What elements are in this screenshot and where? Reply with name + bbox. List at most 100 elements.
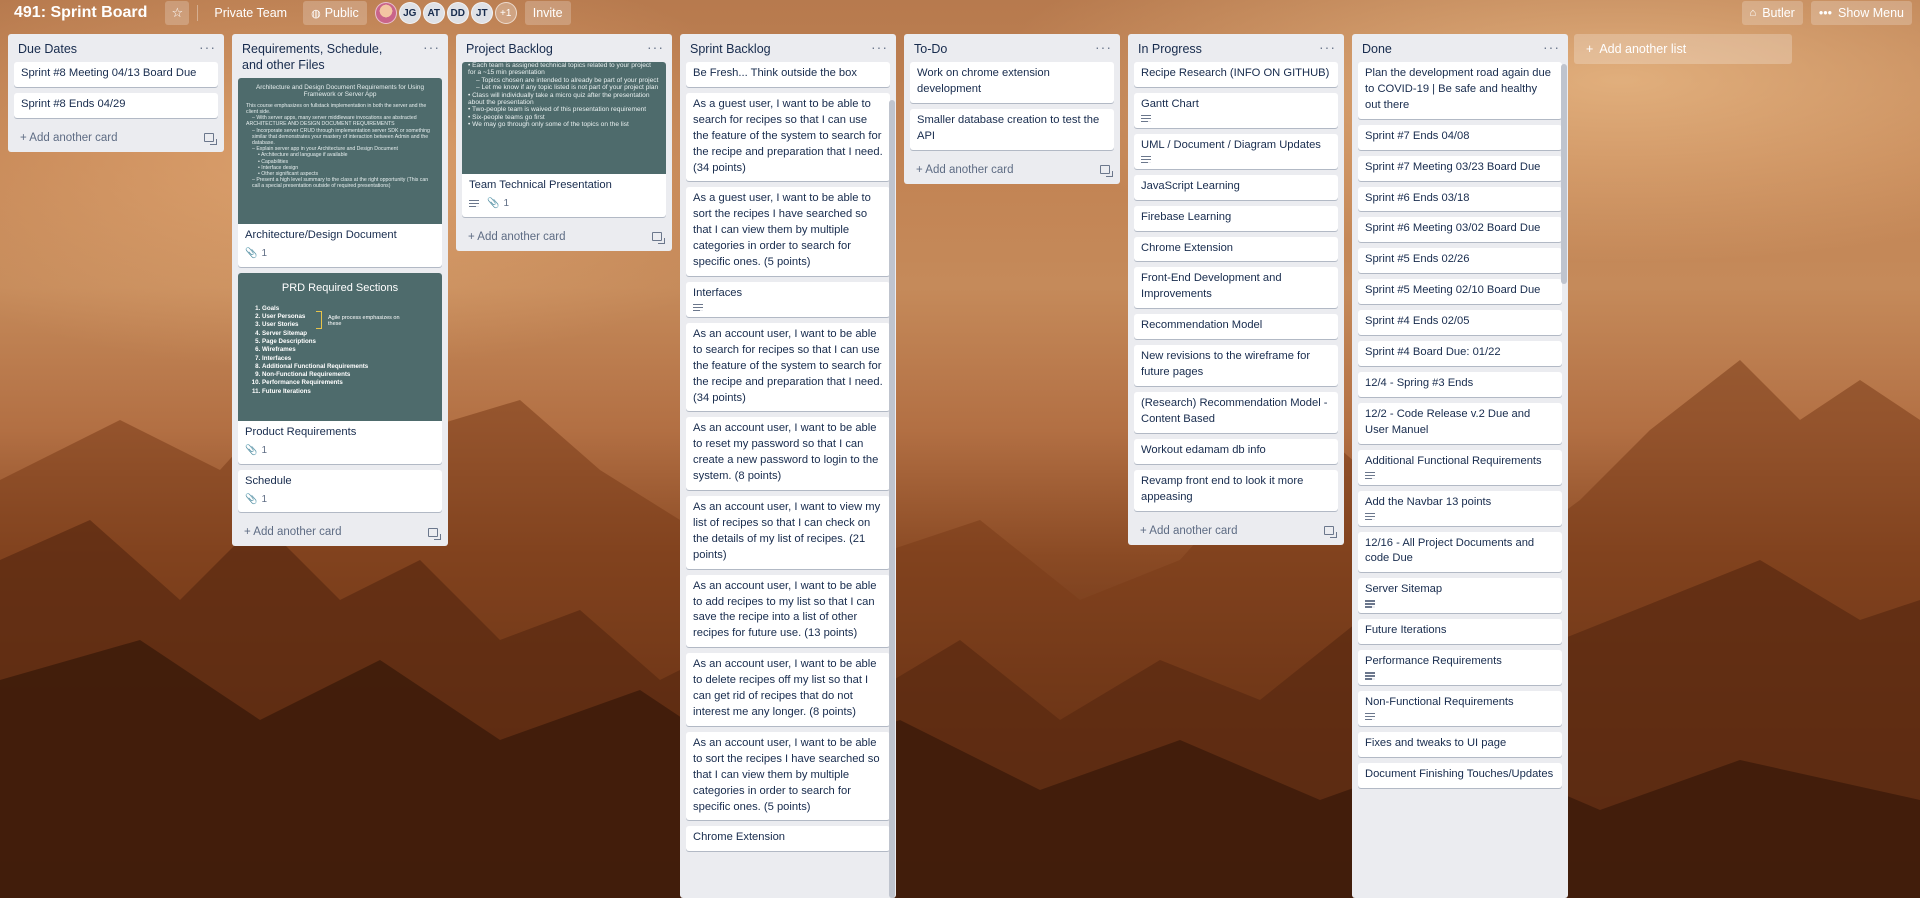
list-scrollbar[interactable] — [889, 100, 895, 898]
add-card-button[interactable]: + Add another card — [232, 518, 448, 546]
card[interactable]: 12/2 - Code Release v.2 Due and User Man… — [1358, 402, 1562, 444]
list-title[interactable]: Sprint Backlog — [690, 41, 771, 57]
card[interactable]: Interfaces — [686, 281, 890, 317]
card[interactable]: Revamp front end to look it more appeasi… — [1134, 469, 1338, 511]
list-menu-icon[interactable]: ··· — [423, 40, 440, 54]
card[interactable]: Front-End Development and Improvements — [1134, 267, 1338, 309]
list-scrollbar[interactable] — [1561, 64, 1567, 284]
team-button[interactable]: Private Team — [206, 1, 295, 25]
list-menu-icon[interactable]: ··· — [647, 40, 664, 54]
card[interactable]: As an account user, I want to be able to… — [686, 653, 890, 726]
card[interactable]: Sprint #5 Meeting 02/10 Board Due — [1358, 279, 1562, 305]
card[interactable]: Workout edamam db info — [1134, 438, 1338, 464]
member-avatar-jt[interactable]: JT — [470, 2, 493, 24]
member-avatar-jg[interactable]: JG — [398, 2, 421, 24]
card[interactable]: Additional Functional Requirements — [1358, 449, 1562, 485]
list-header[interactable]: In Progress ··· — [1128, 34, 1344, 62]
card[interactable]: Performance Requirements — [1358, 650, 1562, 686]
card[interactable]: Sprint #7 Meeting 03/23 Board Due — [1358, 155, 1562, 181]
card[interactable]: Sprint #8 Ends 04/29 — [14, 92, 218, 118]
list-header[interactable]: Due Dates ··· — [8, 34, 224, 62]
member-avatar-at[interactable]: AT — [422, 2, 445, 24]
list-title[interactable]: Project Backlog — [466, 41, 553, 57]
card[interactable]: Recipe Research (INFO ON GITHUB) — [1134, 62, 1338, 87]
card[interactable]: New revisions to the wireframe for futur… — [1134, 345, 1338, 386]
card[interactable]: Sprint #6 Meeting 03/02 Board Due — [1358, 217, 1562, 243]
card[interactable]: Sprint #8 Meeting 04/13 Board Due — [14, 62, 218, 87]
card[interactable]: Gantt Chart — [1134, 92, 1338, 128]
star-button[interactable]: ☆ — [165, 1, 190, 25]
list-title[interactable]: In Progress — [1138, 41, 1202, 57]
add-card-button[interactable]: + Add another card — [904, 156, 1120, 184]
card[interactable]: Non-Functional Requirements — [1358, 691, 1562, 726]
card[interactable]: As a guest user, I want to be able to so… — [686, 187, 890, 276]
card[interactable]: Work on chrome extension development — [910, 62, 1114, 103]
card[interactable]: 12/16 - All Project Documents and code D… — [1358, 531, 1562, 573]
more-members-button[interactable]: +1 — [494, 2, 517, 24]
card[interactable]: 12/4 - Spring #3 Ends — [1358, 371, 1562, 397]
list-menu-icon[interactable]: ··· — [1095, 40, 1112, 54]
card[interactable]: JavaScript Learning — [1134, 174, 1338, 200]
list-title[interactable]: Requirements, Schedule, and other Files — [242, 41, 402, 73]
board-title[interactable]: 491: Sprint Board — [8, 2, 153, 24]
card[interactable]: Chrome Extension — [1134, 236, 1338, 262]
card-schedule[interactable]: Schedule 📎 1 — [238, 469, 442, 513]
list-menu-icon[interactable]: ··· — [871, 40, 888, 54]
card[interactable]: Recommendation Model — [1134, 314, 1338, 340]
card-team-technical-presentation[interactable]: • Each team is assigned technical topics… — [462, 62, 666, 217]
list-title[interactable]: Due Dates — [18, 41, 77, 57]
card-template-icon[interactable] — [652, 232, 665, 245]
card-template-icon[interactable] — [1324, 526, 1337, 538]
card[interactable]: Server Sitemap — [1358, 578, 1562, 614]
add-list-button[interactable]: + Add another list — [1574, 34, 1792, 64]
list-title[interactable]: To-Do — [914, 41, 947, 57]
card[interactable]: Sprint #4 Board Due: 01/22 — [1358, 341, 1562, 366]
avatar[interactable] — [374, 2, 397, 24]
card-product-requirements[interactable]: PRD Required Sections Goals User Persona… — [238, 272, 442, 464]
list-header[interactable]: Sprint Backlog ··· — [680, 34, 896, 62]
card[interactable]: Plan the development road again due to C… — [1358, 62, 1562, 119]
card[interactable]: UML / Document / Diagram Updates — [1134, 133, 1338, 169]
card[interactable]: As a guest user, I want to be able to se… — [686, 92, 890, 182]
card[interactable]: Firebase Learning — [1134, 205, 1338, 231]
add-card-button[interactable]: + Add another card — [1128, 517, 1344, 545]
list-menu-icon[interactable]: ··· — [1543, 40, 1560, 54]
butler-button[interactable]: ⌂ Butler — [1741, 1, 1803, 25]
invite-button[interactable]: Invite — [524, 1, 571, 25]
list-menu-icon[interactable]: ··· — [199, 40, 216, 54]
card[interactable]: Sprint #7 Ends 04/08 — [1358, 124, 1562, 150]
list-header[interactable]: To-Do ··· — [904, 34, 1120, 62]
list-header[interactable]: Project Backlog ··· — [456, 34, 672, 62]
show-menu-button[interactable]: ••• Show Menu — [1810, 1, 1912, 25]
list-menu-icon[interactable]: ··· — [1319, 40, 1336, 54]
card[interactable]: Smaller database creation to test the AP… — [910, 108, 1114, 150]
card[interactable]: Fixes and tweaks to UI page — [1358, 731, 1562, 757]
card[interactable]: (Research) Recommendation Model - Conten… — [1134, 391, 1338, 433]
card[interactable]: Sprint #5 Ends 02/26 — [1358, 248, 1562, 274]
card[interactable]: As an account user, I want to be able to… — [686, 322, 890, 412]
add-card-button[interactable]: + Add another card — [456, 223, 672, 251]
list-header[interactable]: Requirements, Schedule, and other Files … — [232, 34, 448, 78]
card[interactable]: As an account user, I want to be able to… — [686, 731, 890, 821]
card[interactable]: Add the Navbar 13 points — [1358, 490, 1562, 526]
list-title[interactable]: Done — [1362, 41, 1392, 57]
card[interactable]: Chrome Extension — [686, 826, 890, 852]
card[interactable]: Sprint #4 Ends 02/05 — [1358, 310, 1562, 336]
card-template-icon[interactable] — [204, 133, 217, 146]
card-architecture-design[interactable]: Architecture and Design Document Require… — [238, 78, 442, 267]
visibility-button[interactable]: ◍ Public — [303, 1, 367, 25]
member-avatar-dd[interactable]: DD — [446, 2, 469, 24]
card[interactable]: Document Finishing Touches/Updates — [1358, 762, 1562, 788]
card[interactable]: As an account user, I want to be able to… — [686, 574, 890, 648]
card[interactable]: Sprint #6 Ends 03/18 — [1358, 186, 1562, 212]
card[interactable]: Be Fresh... Think outside the box — [686, 62, 890, 87]
add-card-button[interactable]: + Add another card — [8, 124, 224, 152]
card[interactable]: As an account user, I want to be able to… — [686, 417, 890, 491]
card[interactable]: Future Iterations — [1358, 619, 1562, 645]
card-template-icon[interactable] — [1100, 165, 1113, 178]
globe-icon: ◍ — [311, 7, 321, 20]
card-title: Additional Functional Requirements — [1365, 454, 1542, 467]
list-header[interactable]: Done ··· — [1352, 34, 1568, 62]
card-template-icon[interactable] — [428, 527, 441, 540]
card[interactable]: As an account user, I want to view my li… — [686, 496, 890, 569]
